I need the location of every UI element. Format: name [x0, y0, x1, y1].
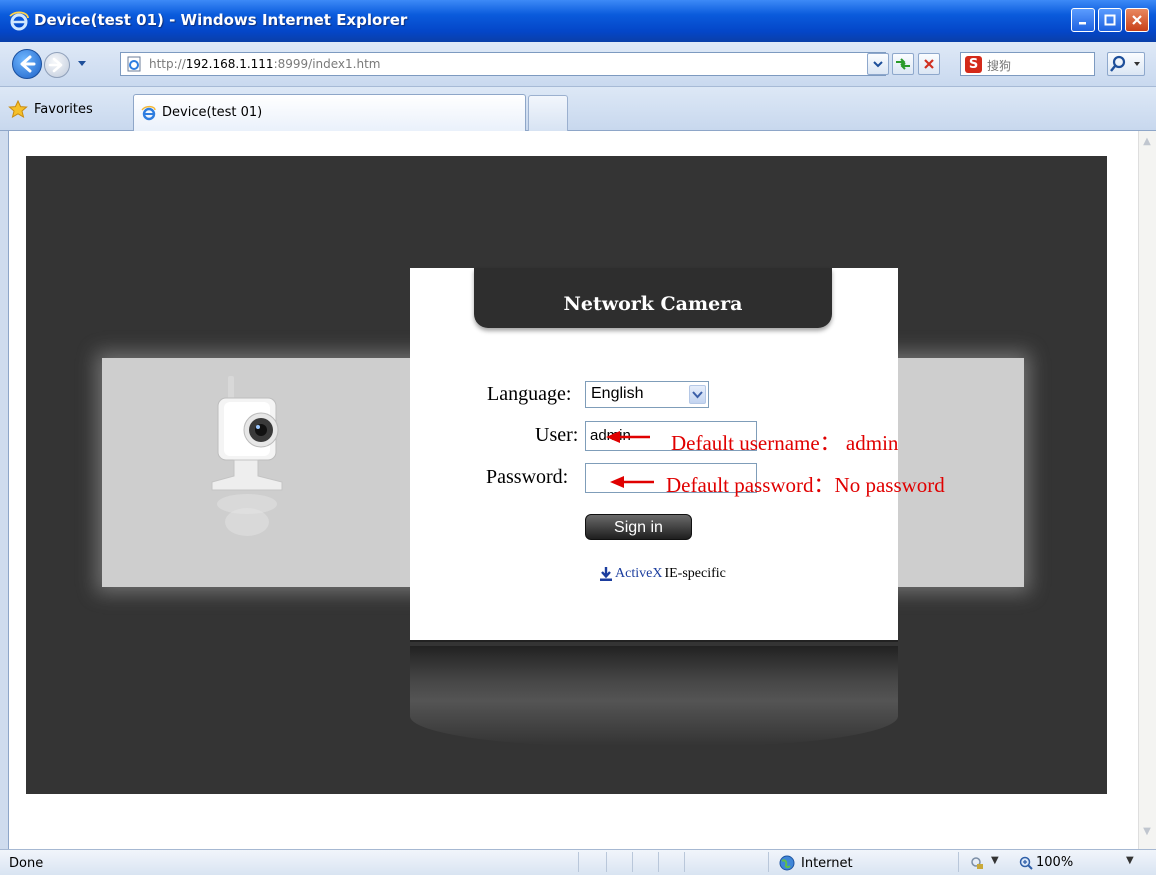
- chevron-down-icon[interactable]: ▼: [1126, 855, 1134, 866]
- login-title: Network Camera: [563, 293, 743, 315]
- window-frame-left: [0, 131, 9, 849]
- scroll-down-icon[interactable]: ▼: [1140, 826, 1154, 842]
- activex-suffix: IE-specific: [664, 566, 726, 581]
- favorites-label: Favorites: [34, 101, 93, 117]
- security-zone[interactable]: Internet: [779, 855, 853, 871]
- ie-page-icon: [141, 105, 156, 121]
- ie-logo-icon: [9, 11, 29, 31]
- annotation-arrow-icon: [606, 431, 650, 443]
- status-divider: [632, 852, 633, 872]
- favorites-button[interactable]: Favorites: [8, 100, 93, 118]
- page-icon: [127, 56, 141, 72]
- window-title: Device(test 01) - Windows Internet Explo…: [34, 11, 408, 29]
- activex-link[interactable]: ActiveX: [615, 566, 662, 582]
- globe-icon: [779, 855, 795, 871]
- status-divider: [958, 852, 959, 872]
- vertical-scrollbar[interactable]: [1138, 131, 1156, 849]
- stop-button[interactable]: [918, 53, 940, 75]
- card-reflection: [410, 646, 898, 746]
- activex-download: ActiveX IE-specific: [599, 566, 726, 582]
- password-label: Password:: [486, 466, 569, 488]
- refresh-button[interactable]: [892, 53, 914, 75]
- status-divider: [768, 852, 769, 872]
- search-placeholder: 搜狗: [987, 59, 1012, 73]
- search-provider-logo: S: [965, 56, 982, 73]
- download-icon[interactable]: [599, 566, 613, 582]
- star-icon: [8, 100, 28, 118]
- annotation-arrow-icon: [610, 476, 654, 488]
- protected-mode-icon[interactable]: [970, 856, 984, 870]
- zoom-control[interactable]: 100%: [1019, 855, 1073, 870]
- minimize-button[interactable]: [1071, 8, 1095, 32]
- maximize-button[interactable]: [1098, 8, 1122, 32]
- language-label: Language:: [487, 383, 572, 405]
- user-label: User:: [535, 424, 579, 446]
- new-tab-button[interactable]: [528, 95, 568, 131]
- zoom-level: 100%: [1036, 855, 1074, 870]
- maximize-icon: [1104, 14, 1116, 26]
- status-divider: [578, 852, 579, 872]
- status-text: Done: [9, 856, 44, 871]
- zone-label: Internet: [801, 855, 853, 871]
- password-annotation: Default password：No password: [666, 473, 945, 497]
- status-divider: [658, 852, 659, 872]
- back-button[interactable]: [12, 49, 42, 79]
- status-divider: [684, 852, 685, 872]
- chevron-down-icon[interactable]: ▼: [991, 855, 999, 866]
- stop-icon: [924, 59, 934, 69]
- tab-label: Device(test 01): [162, 105, 263, 120]
- language-selected-value: English: [591, 385, 644, 402]
- username-annotation: Default username： admin: [671, 431, 899, 455]
- address-dropdown-button[interactable]: [867, 53, 889, 75]
- search-button[interactable]: [1107, 52, 1145, 76]
- search-bar[interactable]: S 搜狗: [960, 52, 1095, 76]
- chevron-down-icon[interactable]: [689, 385, 706, 404]
- search-icon: [1110, 55, 1140, 72]
- address-bar[interactable]: http://192.168.1.111:8999/index1.htm: [120, 52, 886, 76]
- refresh-icon: [896, 58, 910, 70]
- forward-button[interactable]: [44, 52, 70, 78]
- tab-device[interactable]: Device(test 01): [133, 94, 526, 131]
- sign-in-button[interactable]: Sign in: [585, 514, 692, 540]
- chevron-down-icon: [873, 61, 883, 68]
- recent-pages-dropdown-icon[interactable]: [75, 56, 89, 70]
- status-divider: [606, 852, 607, 872]
- language-select[interactable]: English: [585, 381, 709, 408]
- close-icon: [1132, 15, 1142, 25]
- minimize-icon: [1079, 22, 1086, 25]
- address-url: http://192.168.1.111:8999/index1.htm: [149, 57, 381, 71]
- forward-arrow-icon: [48, 57, 63, 73]
- close-button[interactable]: [1125, 8, 1149, 32]
- scroll-up-icon[interactable]: ▲: [1140, 136, 1154, 152]
- zoom-icon: [1019, 856, 1033, 870]
- back-arrow-icon: [20, 55, 36, 73]
- ip-camera-image: [211, 376, 283, 536]
